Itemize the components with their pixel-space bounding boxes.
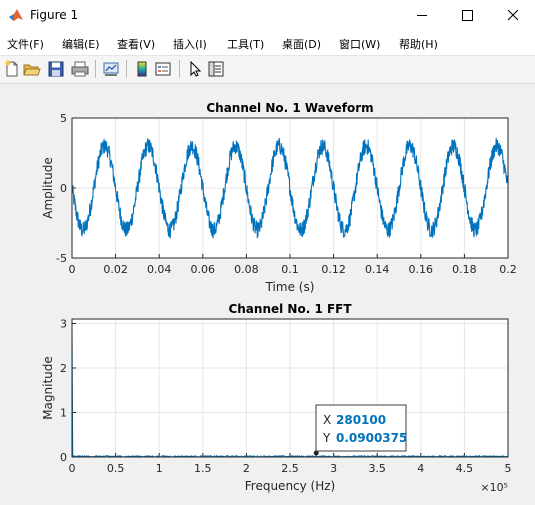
x-tick-label: 0.02: [103, 263, 128, 276]
datatip-x-label: X: [323, 413, 331, 427]
print-button[interactable]: [70, 59, 90, 79]
x-tick-label: 0: [69, 263, 76, 276]
x-tick-label: 2: [243, 462, 250, 475]
waveform-xlabel: Time (s): [265, 280, 315, 294]
y-tick-label: 0: [60, 182, 67, 195]
y-tick-label: 5: [60, 112, 67, 125]
x-tick-label: 0.5: [107, 462, 125, 475]
x-tick-label: 4: [417, 462, 424, 475]
x-tick-label: 3.5: [368, 462, 386, 475]
toolbar-separator: [126, 60, 127, 78]
menu-view[interactable]: 查看(V): [117, 36, 155, 52]
waveform-ylabel: Amplitude: [41, 157, 55, 219]
x-tick-label: 0.08: [234, 263, 259, 276]
x-tick-label: 0.18: [452, 263, 477, 276]
menu-bar: 文件(F) 编辑(E) 查看(V) 插入(I) 工具(T) 桌面(D) 窗口(W…: [0, 31, 535, 56]
menu-tools[interactable]: 工具(T): [227, 36, 264, 52]
window-titlebar: Figure 1: [0, 0, 535, 31]
x-tick-label: 0: [69, 462, 76, 475]
window-title: Figure 1: [30, 8, 79, 22]
minimize-button[interactable]: [400, 0, 445, 31]
x-tick-label: 0.04: [147, 263, 172, 276]
minimize-icon: [417, 15, 427, 16]
fft-xlabel: Frequency (Hz): [245, 479, 336, 493]
menu-file[interactable]: 文件(F): [7, 36, 44, 52]
fft-title: Channel No. 1 FFT: [228, 302, 352, 316]
fft-ylabel: Magnitude: [41, 356, 55, 420]
waveform-axes: 0 0.02 0.04 0.06 0.08 0.1 0.12 0.14 0.16 0.18 0.2 -…: [41, 101, 517, 294]
fft-axes: 0 0.5 1 1.5 2 2.5 3 3.5 4 4.5 5 0 1 2 3 X 280100 Y 0.09003…: [41, 302, 512, 494]
x-tick-label: 0.2: [499, 263, 517, 276]
link-plot-button[interactable]: [101, 59, 121, 79]
insert-colorbar-icon: [137, 61, 147, 77]
menu-window[interactable]: 窗口(W): [339, 36, 380, 52]
edit-plot-button[interactable]: [185, 59, 205, 79]
print-icon: [71, 61, 89, 77]
save-button[interactable]: [46, 59, 66, 79]
open-file-icon: [23, 64, 41, 76]
new-figure-icon: [5, 60, 18, 77]
x-tick-label: 2.5: [281, 462, 299, 475]
x-tick-label: 5: [505, 462, 512, 475]
new-figure-button[interactable]: [2, 59, 22, 79]
maximize-icon: [462, 10, 473, 21]
x-tick-label: 0.16: [409, 263, 434, 276]
menu-edit[interactable]: 编辑(E): [62, 36, 100, 52]
y-tick-label: -5: [56, 252, 67, 265]
y-tick-label: 0: [60, 451, 67, 464]
property-inspector-button[interactable]: [206, 59, 226, 79]
figure-canvas: 0 0.02 0.04 0.06 0.08 0.1 0.12 0.14 0.16 0.18 0.2 -…: [0, 84, 535, 502]
waveform-title: Channel No. 1 Waveform: [206, 101, 373, 115]
x-tick-label: 0.14: [365, 263, 390, 276]
y-tick-label: 2: [60, 362, 67, 375]
y-tick-label: 1: [60, 406, 67, 419]
x-tick-label: 1: [156, 462, 163, 475]
close-button[interactable]: [490, 0, 535, 31]
edit-plot-arrow-icon: [190, 60, 202, 77]
figure-toolbar: [0, 56, 535, 84]
insert-colorbar-button[interactable]: [132, 59, 152, 79]
close-icon: [507, 9, 519, 21]
menu-desktop[interactable]: 桌面(D): [282, 36, 321, 52]
x-tick-label: 0.12: [321, 263, 346, 276]
menu-help[interactable]: 帮助(H): [399, 36, 438, 52]
datatip-y-value: 0.0900375: [336, 431, 407, 445]
property-inspector-icon: [208, 61, 224, 77]
x-tick-label: 4.5: [456, 462, 474, 475]
insert-legend-icon: [155, 62, 171, 76]
save-icon: [48, 61, 64, 77]
toolbar-separator: [95, 60, 96, 78]
figure-plots: 0 0.02 0.04 0.06 0.08 0.1 0.12 0.14 0.16 0.18 0.2 -…: [41, 101, 517, 494]
x-tick-label: 1.5: [194, 462, 212, 475]
x-exponent-label: ×10⁵: [480, 481, 508, 494]
matlab-icon: [9, 9, 23, 21]
menu-insert[interactable]: 插入(I): [173, 36, 207, 52]
open-file-button[interactable]: [22, 59, 42, 79]
datatip-y-label: Y: [322, 431, 331, 445]
link-plot-icon: [103, 62, 119, 76]
y-tick-label: 3: [60, 317, 67, 330]
x-tick-label: 0.1: [281, 263, 299, 276]
x-tick-label: 3: [330, 462, 337, 475]
toolbar-separator: [179, 60, 180, 78]
maximize-button[interactable]: [445, 0, 490, 31]
datatip-x-value: 280100: [336, 413, 386, 427]
x-tick-label: 0.06: [191, 263, 216, 276]
insert-legend-button[interactable]: [153, 59, 173, 79]
